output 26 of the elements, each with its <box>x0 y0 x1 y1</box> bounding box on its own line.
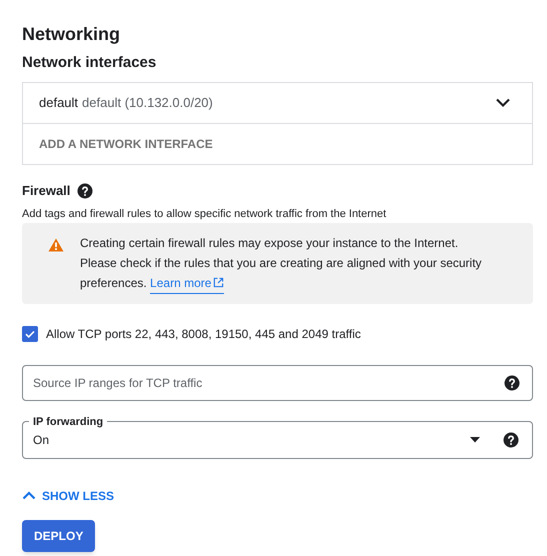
warning-message: Creating certain firewall rules may expose your instance to the Internet. Please check if the rules that you are creating are aligned with your security preferences. Learn more <box>80 232 493 294</box>
interface-row[interactable]: default default (10.132.0.0/20) <box>23 83 532 124</box>
checkbox-label: Allow TCP ports 22, 443, 8008, 19150, 445 and 2049 traffic <box>46 326 361 342</box>
firewall-description: Add tags and firewall rules to allow specific network traffic from the Internet <box>22 206 388 220</box>
ip-forwarding-label: IP forwarding <box>32 414 104 428</box>
dropdown-arrow-icon[interactable] <box>470 437 480 443</box>
help-icon[interactable] <box>76 182 94 200</box>
section-subtitle: Network interfaces <box>22 53 158 73</box>
help-icon[interactable] <box>503 374 521 392</box>
firewall-title: Firewall <box>22 182 70 200</box>
section-title: Networking <box>22 23 122 46</box>
ip-forwarding-select[interactable]: IP forwarding On <box>22 414 533 458</box>
checkbox[interactable] <box>22 326 38 342</box>
chevron-up-icon <box>22 491 36 500</box>
show-less-button[interactable]: SHOW LESS <box>22 486 114 504</box>
interface-name: default <box>39 94 78 112</box>
learn-more-link[interactable]: Learn more <box>150 272 224 294</box>
warning-icon <box>48 238 64 252</box>
source-ranges-field[interactable]: Source IP ranges for TCP traffic <box>22 364 533 400</box>
chevron-down-icon[interactable] <box>495 98 511 108</box>
help-icon[interactable] <box>502 431 520 449</box>
ip-forwarding-value: On <box>33 432 50 449</box>
interface-detail: default (10.132.0.0/20) <box>82 94 213 112</box>
add-interface-button[interactable]: ADD A NETWORK INTERFACE <box>39 135 213 153</box>
deploy-button[interactable]: DEPLOY <box>22 520 96 552</box>
external-link-icon <box>213 277 224 288</box>
